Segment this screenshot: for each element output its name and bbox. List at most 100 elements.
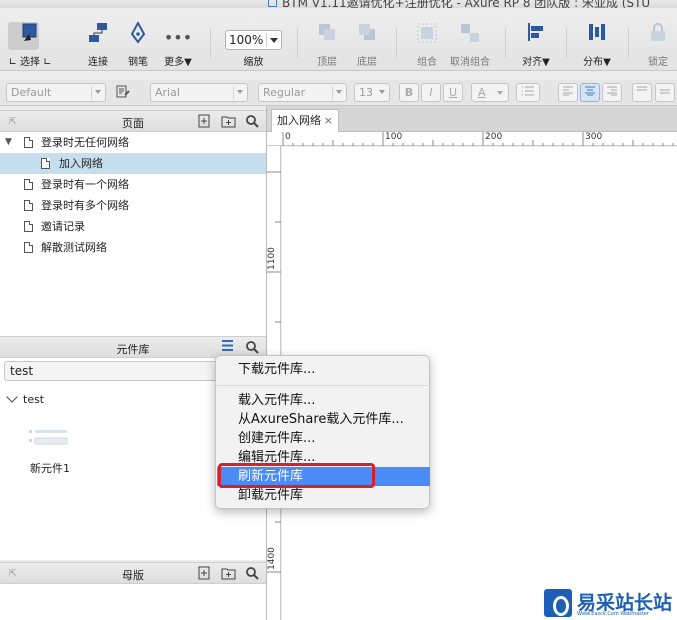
distribute-label: 分布▼ bbox=[583, 57, 611, 68]
font-color-button[interactable]: A bbox=[471, 83, 509, 102]
chevron-down-icon bbox=[237, 90, 243, 94]
group-icon bbox=[416, 22, 438, 47]
masters-panel bbox=[0, 584, 266, 620]
page-tree: ▼ 登录时无任何网络 加入网络 登录时有一个网络 登录时有多个网络 邀请记录 解… bbox=[0, 132, 266, 336]
text-valign-middle-icon bbox=[660, 89, 670, 94]
menu-item-unload-library[interactable]: 卸载元件库 bbox=[217, 486, 430, 505]
connect-icon bbox=[87, 22, 109, 47]
library-group[interactable]: test bbox=[6, 391, 45, 406]
chevron-down-icon bbox=[95, 90, 101, 94]
page-label: 登录时有多个网络 bbox=[41, 199, 129, 212]
page-item[interactable]: ▼ 登录时无任何网络 bbox=[0, 132, 266, 153]
connect-button[interactable]: 连接 bbox=[78, 8, 118, 71]
align-text-left-button[interactable] bbox=[558, 83, 578, 102]
page-item[interactable]: 解散测试网络 bbox=[0, 237, 266, 258]
close-icon[interactable]: × bbox=[324, 110, 333, 132]
search-icon[interactable] bbox=[245, 566, 259, 584]
pen-icon bbox=[128, 20, 148, 47]
select-button[interactable]: ∟ 选择 ∟ bbox=[4, 8, 56, 71]
ruler-label: 0 bbox=[285, 132, 291, 142]
widget-label: 新元件1 bbox=[30, 462, 70, 475]
valign-top-button[interactable] bbox=[632, 83, 652, 102]
caret-down-icon[interactable]: ▼ bbox=[5, 132, 12, 153]
lock-label: 锁定 bbox=[648, 57, 668, 68]
pen-button[interactable]: 钢笔 bbox=[118, 8, 158, 71]
main-toolbar: ∟ 选择 ∟ 连接 钢笔 ••• 更多▼ 100% 缩放 顶层 底层 组合 取消… bbox=[0, 8, 677, 71]
font-size-select[interactable]: 13 bbox=[354, 83, 390, 102]
ungroup-button[interactable]: 取消组合 bbox=[447, 8, 493, 71]
page-icon bbox=[41, 158, 50, 169]
send-to-back-label: 底层 bbox=[357, 57, 377, 68]
page-tab[interactable]: 加入网络 × bbox=[271, 109, 339, 132]
align-left-icon bbox=[526, 22, 546, 45]
page-item[interactable]: 邀请记录 bbox=[0, 216, 266, 237]
toolbar-divider bbox=[210, 28, 211, 58]
style-editor-icon[interactable] bbox=[116, 85, 130, 102]
watermark: 易采站长站 Www.Easck.Com Webmaster bbox=[541, 586, 677, 620]
text-align-right-icon bbox=[607, 86, 617, 96]
send-to-back-button[interactable]: 底层 bbox=[347, 8, 387, 71]
bullet-list-button[interactable] bbox=[516, 83, 540, 102]
page-label: 加入网络 bbox=[59, 157, 103, 170]
ruler-ticks bbox=[282, 132, 674, 146]
list-icon bbox=[522, 86, 534, 96]
page-label: 登录时无任何网络 bbox=[41, 136, 129, 149]
toolbar-divider bbox=[396, 28, 397, 58]
bring-to-front-button[interactable]: 顶层 bbox=[307, 8, 347, 71]
annotation-highlight-box bbox=[218, 463, 375, 488]
chevron-down-icon bbox=[6, 391, 18, 403]
menu-icon[interactable] bbox=[221, 339, 234, 356]
menu-item-create-library[interactable]: 创建元件库... bbox=[217, 429, 430, 448]
bring-to-front-label: 顶层 bbox=[317, 57, 337, 68]
page-label: 邀请记录 bbox=[41, 220, 85, 233]
menu-item-download-library[interactable]: 下载元件库... bbox=[217, 360, 430, 379]
chevron-down-icon bbox=[336, 90, 342, 94]
widget-thumbnail[interactable] bbox=[27, 427, 69, 449]
page-item[interactable]: 登录时有一个网络 bbox=[0, 174, 266, 195]
align-text-center-button[interactable] bbox=[580, 83, 600, 102]
font-weight-select[interactable]: Regular bbox=[258, 83, 347, 102]
horizontal-ruler: 0 100 200 300 bbox=[267, 132, 677, 146]
library-group-label: test bbox=[23, 393, 45, 406]
valign-middle-button[interactable] bbox=[655, 83, 675, 102]
menu-separator bbox=[217, 385, 430, 386]
page-icon bbox=[24, 242, 33, 253]
ruler-label: 300 bbox=[585, 132, 603, 142]
underline-button[interactable]: U bbox=[443, 83, 463, 102]
add-folder-icon[interactable] bbox=[221, 114, 236, 132]
page-tab-label: 加入网络 bbox=[277, 114, 321, 127]
bold-button[interactable]: B bbox=[399, 83, 419, 102]
lock-button[interactable]: 锁定 bbox=[638, 8, 677, 71]
align-button[interactable]: 对齐▼ bbox=[516, 8, 556, 71]
site-logo-icon bbox=[544, 589, 572, 617]
italic-button[interactable]: I bbox=[421, 83, 441, 102]
connect-label: 连接 bbox=[88, 57, 108, 68]
chevron-down-icon bbox=[379, 90, 385, 94]
ruler-label: 1100 bbox=[267, 247, 277, 270]
more-label: 更多▼ bbox=[164, 57, 192, 68]
group-button[interactable]: 组合 bbox=[407, 8, 447, 71]
page-label: 解散测试网络 bbox=[41, 241, 107, 254]
document-icon bbox=[268, 0, 277, 7]
style-select[interactable]: Default bbox=[6, 83, 106, 102]
add-page-icon[interactable] bbox=[197, 114, 211, 132]
page-icon bbox=[24, 221, 33, 232]
more-button[interactable]: ••• 更多▼ bbox=[157, 8, 199, 71]
pages-panel-header: ⇱ 页面 bbox=[0, 110, 266, 132]
ruler-label: 100 bbox=[385, 132, 403, 142]
align-text-right-button[interactable] bbox=[602, 83, 622, 102]
add-folder-icon[interactable] bbox=[221, 566, 236, 584]
page-tab-bar: 加入网络 × bbox=[267, 106, 677, 132]
page-item[interactable]: 登录时有多个网络 bbox=[0, 195, 266, 216]
page-item[interactable]: 加入网络 bbox=[0, 153, 266, 174]
font-family-select[interactable]: Arial bbox=[150, 83, 248, 102]
add-master-icon[interactable] bbox=[197, 566, 211, 584]
toolbar-divider bbox=[297, 28, 298, 58]
pen-label: 钢笔 bbox=[128, 57, 148, 68]
distribute-button[interactable]: 分布▼ bbox=[577, 8, 617, 71]
search-icon[interactable] bbox=[245, 114, 259, 132]
send-to-back-icon bbox=[357, 22, 377, 45]
watermark-url: Www.Easck.Com Webmaster bbox=[577, 611, 649, 617]
menu-item-load-from-axureshare[interactable]: 从AxureShare载入元件库... bbox=[217, 410, 430, 429]
menu-item-load-library[interactable]: 载入元件库... bbox=[217, 391, 430, 410]
